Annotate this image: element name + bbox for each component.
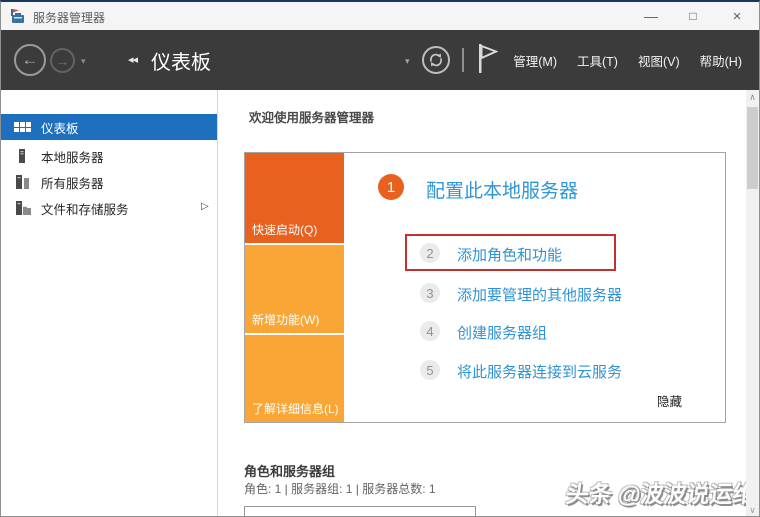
scrollbar-up-icon[interactable]: ∧ — [746, 92, 759, 103]
step-5-badge: 5 — [420, 360, 440, 380]
tab-label: 新增功能(W) — [252, 313, 320, 327]
toolbar-separator — [462, 48, 464, 72]
main-content: 欢迎使用服务器管理器 快速启动(Q) 新增功能(W) 了解详细信息(L) 1 配… — [219, 90, 746, 516]
roles-summary-text: 角色: 1 | 服务器组: 1 | 服务器总数: 1 — [244, 482, 436, 496]
watermark-text: 头条 @波波说运维 — [564, 481, 746, 507]
expand-submenu-icon[interactable]: ▷ — [201, 201, 209, 212]
roles-tile-partial — [244, 506, 476, 516]
sidebar-item-label: 文件和存储服务 — [41, 202, 129, 217]
tab-label: 快速启动(Q) — [252, 223, 318, 237]
menu-manage[interactable]: 管理(M) — [510, 47, 560, 74]
navigation-bar: ← → ▾ ◂◂ 仪表板 ▾ 管理(M) 工具(T) 视图(V) 帮助(H) — [1, 30, 759, 90]
refresh-button[interactable] — [422, 46, 450, 74]
breadcrumb-page-title: 仪表板 — [151, 52, 211, 74]
window-title: 服务器管理器 — [33, 11, 106, 25]
menu-view[interactable]: 视图(V) — [635, 47, 683, 74]
tab-learn-more[interactable]: 了解详细信息(L) — [245, 335, 344, 422]
scrollbar-thumb[interactable] — [747, 107, 758, 189]
all-servers-icon — [14, 174, 31, 190]
server-manager-app-icon — [10, 8, 26, 24]
sidebar-item-dashboard[interactable]: 仪表板 — [1, 114, 217, 140]
step-2-badge: 2 — [420, 243, 440, 263]
server-manager-window: 服务器管理器 — □ × ← → ▾ ◂◂ 仪表板 ▾ 管理(M) 工具(T) … — [0, 0, 760, 517]
collapse-breadcrumb-icon[interactable]: ◂◂ — [128, 53, 138, 66]
back-button[interactable]: ← — [14, 44, 46, 76]
vertical-scrollbar[interactable]: ∧ ∨ — [746, 90, 759, 516]
sidebar-item-all-servers[interactable]: 所有服务器 — [1, 169, 217, 195]
welcome-tile: 快速启动(Q) 新增功能(W) 了解详细信息(L) 1 配置此本地服务器 2 添… — [244, 152, 726, 423]
minimize-button[interactable]: — — [631, 2, 671, 30]
sidebar-item-label: 仪表板 — [41, 121, 79, 136]
link-add-roles-and-features[interactable]: 添加角色和功能 — [457, 244, 562, 265]
link-connect-to-cloud-services[interactable]: 将此服务器连接到云服务 — [457, 361, 622, 382]
sidebar-item-local-server[interactable]: 本地服务器 — [1, 143, 217, 169]
scrollbar-down-icon[interactable]: ∨ — [746, 505, 759, 516]
link-add-other-servers[interactable]: 添加要管理的其他服务器 — [457, 284, 622, 305]
maximize-button[interactable]: □ — [673, 2, 713, 30]
tab-quick-start[interactable]: 快速启动(Q) — [245, 153, 344, 243]
sidebar-item-label: 所有服务器 — [41, 176, 104, 191]
link-create-server-group[interactable]: 创建服务器组 — [457, 322, 547, 343]
titlebar: 服务器管理器 — □ × — [1, 2, 759, 30]
step-3-badge: 3 — [420, 283, 440, 303]
local-server-icon — [14, 148, 31, 164]
sidebar: 仪表板 本地服务器 所有服务器 文件和存储服务 ▷ — [1, 90, 218, 516]
tab-label: 了解详细信息(L) — [252, 402, 339, 416]
dashboard-grid-icon — [14, 119, 31, 135]
notifications-flag-icon[interactable] — [476, 44, 499, 79]
sidebar-item-label: 本地服务器 — [41, 150, 104, 165]
sidebar-item-file-storage-services[interactable]: 文件和存储服务 ▷ — [1, 195, 217, 221]
tab-whats-new[interactable]: 新增功能(W) — [245, 245, 344, 333]
refresh-icon — [429, 53, 443, 67]
close-button[interactable]: × — [717, 2, 757, 30]
menubar: 管理(M) 工具(T) 视图(V) 帮助(H) — [510, 30, 745, 90]
file-storage-services-icon — [14, 200, 31, 216]
menu-help[interactable]: 帮助(H) — [697, 47, 745, 74]
roles-and-server-groups-heading: 角色和服务器组 — [244, 464, 336, 479]
step-1-badge: 1 — [378, 174, 404, 200]
step-4-badge: 4 — [420, 321, 440, 341]
history-dropdown-caret-icon[interactable]: ▾ — [81, 56, 86, 67]
forward-button[interactable]: → — [50, 48, 75, 73]
breadcrumb-dropdown-caret-icon[interactable]: ▾ — [405, 56, 410, 67]
menu-tools[interactable]: 工具(T) — [574, 47, 621, 74]
welcome-heading: 欢迎使用服务器管理器 — [249, 111, 375, 125]
hide-link[interactable]: 隐藏 — [657, 391, 682, 410]
link-configure-local-server[interactable]: 配置此本地服务器 — [426, 176, 578, 203]
